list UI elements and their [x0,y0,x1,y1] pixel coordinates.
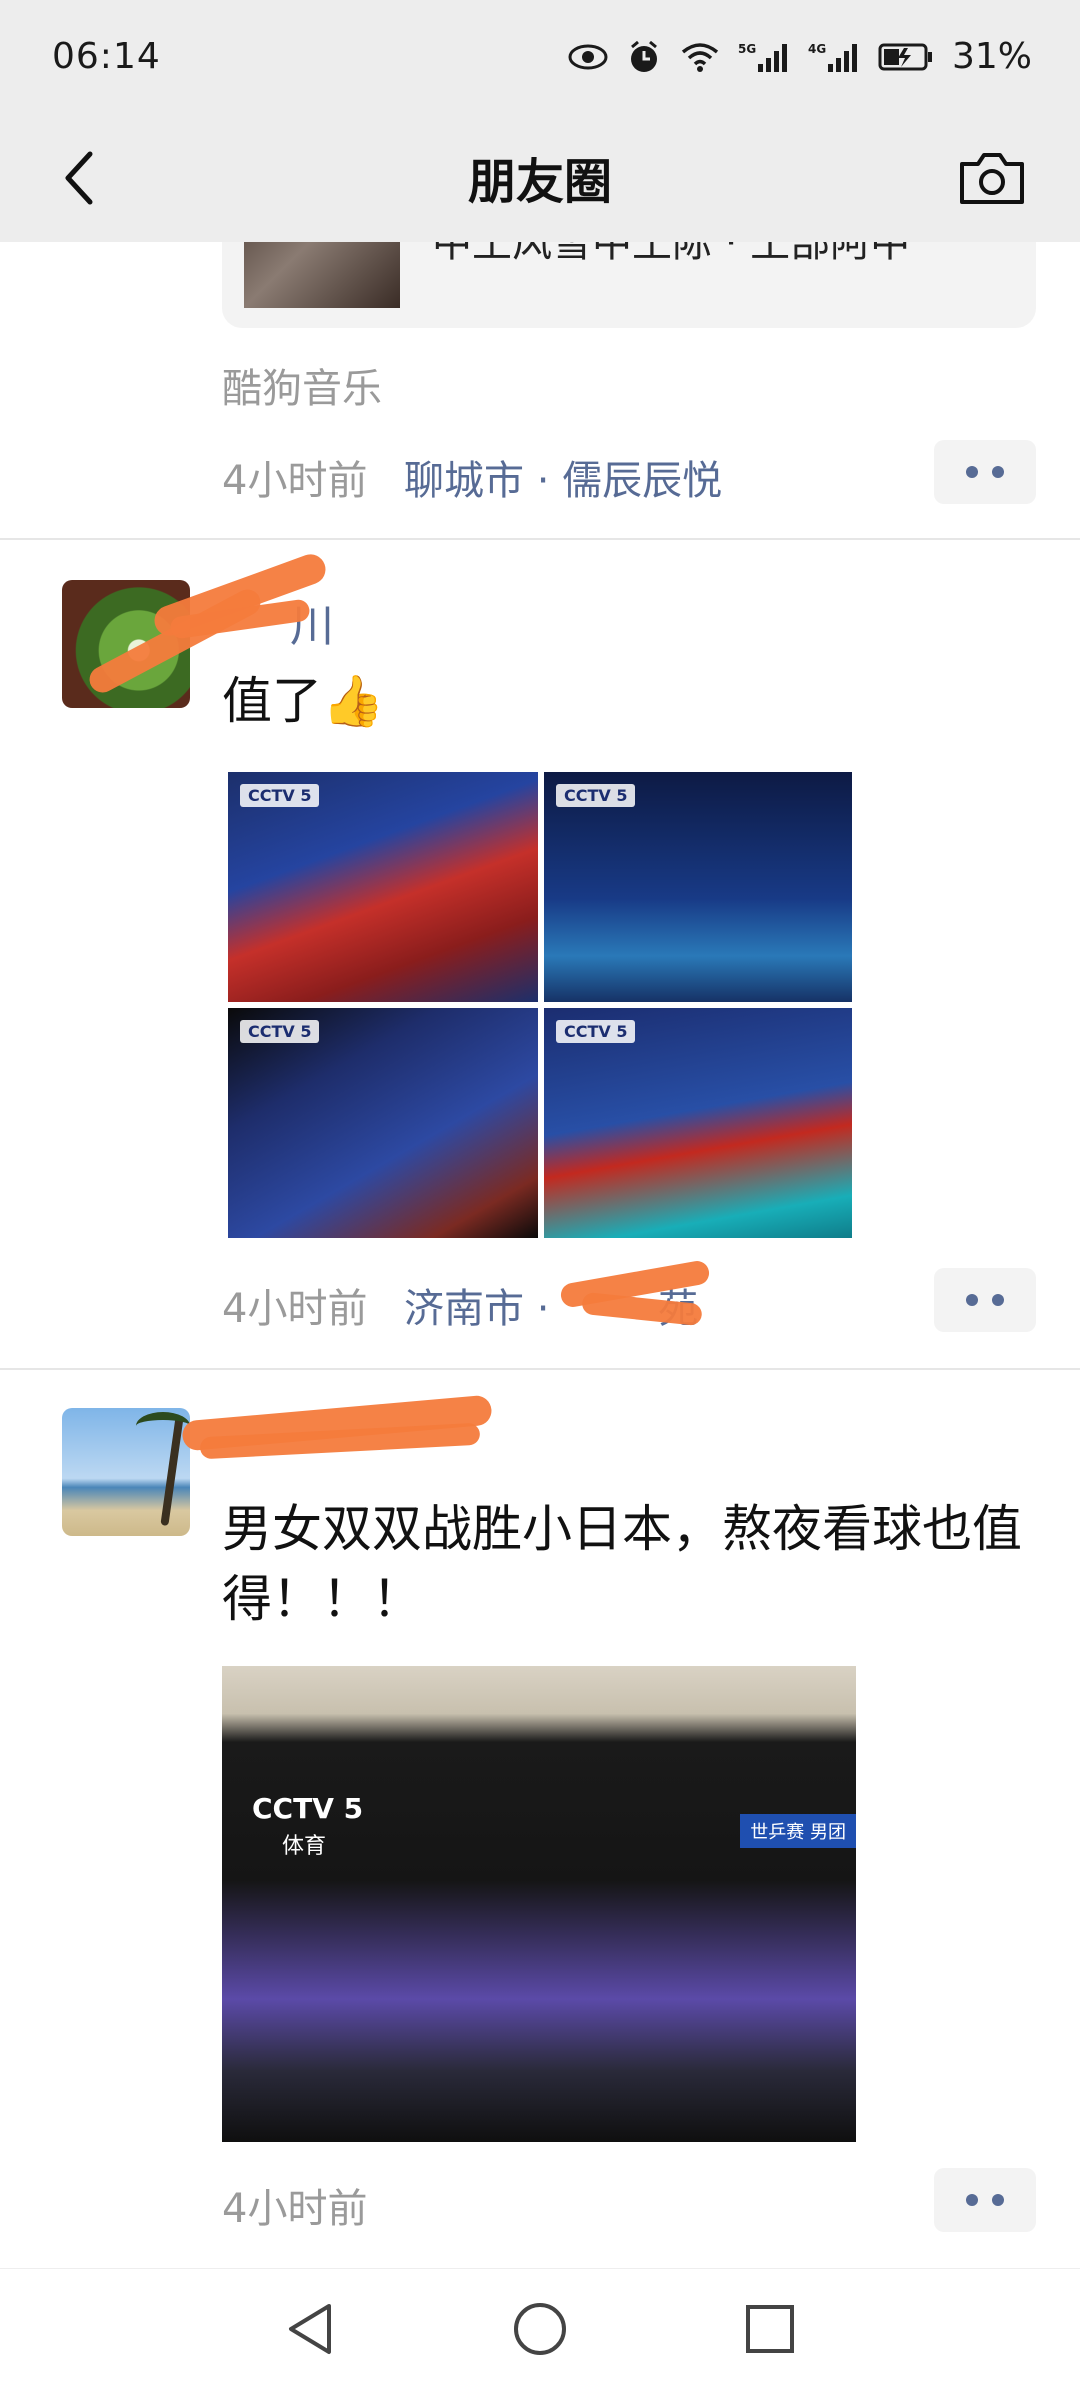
circle-home-icon [514,2303,566,2355]
post-text: 值了👍 [222,672,385,730]
battery-percentage: 31% [951,36,1032,77]
post-text: 男女双双战胜小日本，熬夜看球也值得！！！ [222,1500,1022,1628]
post-meta-row: 4小时前 济南市 · 苑 [222,1259,1036,1332]
post-time: 4小时前 [222,1286,368,1332]
post-location-city: 济南市 · [404,1286,563,1332]
post-divider [0,1368,1080,1370]
post-image[interactable]: CCTV 5 [544,772,852,1002]
signal-5g-label: 5G [738,42,756,56]
system-recents-button[interactable] [740,2299,800,2359]
camera-icon [960,153,1024,204]
tv-channel-logo: CCTV 5 [252,1792,364,1825]
system-home-button[interactable] [510,2299,570,2359]
page-title: 朋友圈 [467,154,612,210]
post-more-button[interactable] [934,440,1036,504]
post-image[interactable]: CCTV 5 [228,772,538,1002]
status-bar: 06:14 5G 4G 31% [0,0,1080,112]
signal-4g-label: 4G [808,42,826,56]
post-location[interactable]: 聊城市 · 儒辰辰悦 [404,448,722,506]
post-image[interactable]: CCTV 5 [228,1008,538,1238]
post-meta-row: 4小时前 聊城市 · 儒辰辰悦 [222,440,1036,504]
broadcast-caption: 世乒赛 男团 [740,1814,856,1848]
wifi-icon [680,41,720,73]
moments-feed[interactable]: 中土风雪中土际 · 土部阿中 酷狗音乐 4小时前 聊城市 · 儒辰辰悦 川 值了… [0,0,1080,2268]
wechat-moments-screen: 中土风雪中土际 · 土部阿中 酷狗音乐 4小时前 聊城市 · 儒辰辰悦 川 值了… [0,0,1080,2388]
alarm-icon [626,39,662,75]
post-time: 4小时前 [222,2186,368,2232]
post-time: 4小时前 [222,458,368,504]
post-image[interactable]: CCTV 5 体育 世乒赛 男团 [222,1666,856,2142]
image-grid: CCTV 5 CCTV 5 CCTV 5 CCTV 5 [222,770,858,1240]
source-app-label[interactable]: 酷狗音乐 [222,356,382,414]
signal-5g-icon: 5G [738,40,790,74]
post-more-button[interactable] [934,2168,1036,2232]
system-back-button[interactable] [280,2299,340,2359]
tv-channel-logo: CCTV 5 [556,784,636,807]
status-time: 06:14 [52,36,161,77]
signal-4g-icon: 4G [808,40,860,74]
tv-channel-logo: CCTV 5 [240,784,320,807]
triangle-back-icon [289,2304,331,2354]
battery-icon [878,42,934,72]
tv-channel-logo: CCTV 5 [240,1020,320,1043]
post-meta-row: 4小时前 [222,2168,1036,2232]
navigation-bar: 朋友圈 [0,112,1080,242]
post-image[interactable]: CCTV 5 [544,1008,852,1238]
system-navigation-bar [0,2268,1080,2388]
tv-channel-subtitle: 体育 [282,1834,327,1859]
post-divider [0,538,1080,540]
camera-button[interactable] [952,138,1032,218]
tv-channel-logo: CCTV 5 [556,1020,636,1043]
app-header: 06:14 5G 4G 31% 朋友圈 [0,0,1080,242]
eye-icon [568,43,608,71]
square-recents-icon [746,2305,794,2353]
avatar[interactable] [62,1408,190,1536]
status-icons: 5G 4G 31% [568,36,1032,77]
post-more-button[interactable] [934,1268,1036,1332]
